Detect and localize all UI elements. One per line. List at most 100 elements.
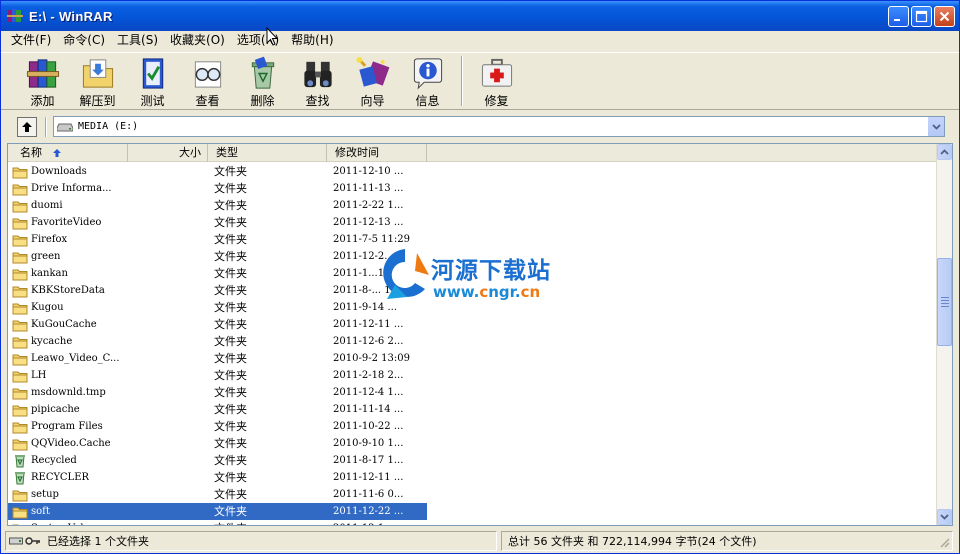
- watermark-url-cn: cn: [520, 283, 541, 301]
- find-button[interactable]: 查找: [290, 53, 345, 109]
- maximize-button[interactable]: [911, 6, 932, 27]
- info-button[interactable]: 信息: [400, 53, 455, 109]
- column-name[interactable]: 名称: [8, 144, 128, 162]
- row-type: 文件夹: [214, 182, 247, 195]
- folder-icon: [12, 422, 28, 433]
- row-name: msdownld.tmp: [31, 387, 106, 398]
- row-modified: 2011-12-11 ...: [333, 472, 404, 483]
- row-type: 文件夹: [214, 403, 247, 416]
- table-row[interactable]: RECYCLER 文件夹 2011-12-11 ...: [8, 469, 938, 486]
- column-type-label: 类型: [216, 146, 238, 159]
- test-button[interactable]: 测试: [125, 53, 180, 109]
- wizard-label: 向导: [360, 94, 385, 108]
- row-name-cell: setup: [8, 486, 128, 503]
- wizard-button[interactable]: 向导: [345, 53, 400, 109]
- folder-icon: [12, 388, 28, 399]
- window-title: E:\ - WinRAR: [29, 8, 113, 24]
- column-type[interactable]: 类型: [208, 144, 327, 162]
- column-modified-label: 修改时间: [335, 146, 379, 159]
- thumb-grip: [941, 297, 949, 298]
- scroll-down-button[interactable]: [937, 509, 952, 525]
- row-name-cell: Firefox: [8, 231, 128, 248]
- test-book-icon: [142, 58, 163, 89]
- table-row[interactable]: Drive Informa... 文件夹 2011-11-13 ...: [8, 180, 938, 197]
- minimize-button[interactable]: [888, 6, 909, 27]
- minimize-icon: [894, 19, 900, 21]
- row-name: FavoriteVideo: [31, 217, 102, 228]
- folder-icon: [12, 405, 28, 416]
- row-name-cell: pipicache: [8, 401, 128, 418]
- vertical-scrollbar[interactable]: [936, 144, 952, 525]
- test-label: 测试: [140, 94, 165, 108]
- row-size: [128, 503, 208, 520]
- row-name: Recycled: [31, 455, 77, 466]
- row-size: [128, 282, 208, 299]
- add-button[interactable]: 添加: [15, 53, 70, 109]
- row-size: [128, 384, 208, 401]
- path-dropdown[interactable]: MEDIA (E:): [53, 116, 945, 137]
- row-modified: 2011-11-6 0...: [333, 489, 404, 500]
- chevron-down-icon: [940, 514, 949, 520]
- menu-file[interactable]: 文件(F): [5, 31, 57, 50]
- menu-favorites[interactable]: 收藏夹(O): [164, 31, 231, 50]
- table-row[interactable]: duomi 文件夹 2011-2-22 1...: [8, 197, 938, 214]
- watermark-url: www.cngr.cn: [433, 283, 540, 301]
- watermark-title: 河源下载站: [431, 258, 551, 284]
- folder-icon: [12, 439, 28, 450]
- folder-icon: [12, 371, 28, 382]
- column-modified[interactable]: 修改时间: [327, 144, 427, 162]
- scroll-up-button[interactable]: [937, 144, 952, 160]
- delete-button[interactable]: 删除: [235, 53, 290, 109]
- table-row[interactable]: Leawo_Video_C... 文件夹 2010-9-2 13:09: [8, 350, 938, 367]
- row-type: 文件夹: [214, 216, 247, 229]
- up-one-level-button[interactable]: [17, 116, 37, 137]
- table-row[interactable]: msdownld.tmp 文件夹 2011-12-4 1...: [8, 384, 938, 401]
- table-row[interactable]: Program Files 文件夹 2011-10-22 ...: [8, 418, 938, 435]
- column-name-label: 名称: [20, 146, 42, 159]
- row-name-cell: green: [8, 248, 128, 265]
- info-label: 信息: [415, 94, 440, 108]
- row-name: kycache: [31, 336, 73, 347]
- table-row[interactable]: FavoriteVideo 文件夹 2011-12-13 ...: [8, 214, 938, 231]
- table-row[interactable]: setup 文件夹 2011-11-6 0...: [8, 486, 938, 503]
- column-size[interactable]: 大小: [128, 144, 208, 162]
- menu-tools[interactable]: 工具(S): [111, 31, 164, 50]
- title-bar[interactable]: E:\ - WinRAR: [1, 1, 959, 31]
- winrar-app-icon[interactable]: [7, 8, 23, 24]
- row-type: 文件夹: [214, 199, 247, 212]
- table-row[interactable]: pipicache 文件夹 2011-11-14 ...: [8, 401, 938, 418]
- table-row[interactable]: kycache 文件夹 2011-12-6 2...: [8, 333, 938, 350]
- delete-label: 删除: [250, 94, 275, 108]
- toolbar: 添加 解压到 测试 查看 删除 查找 向导 信息 修复: [1, 52, 959, 110]
- extract-to-button[interactable]: 解压到: [70, 53, 125, 109]
- file-list[interactable]: 名称 大小 类型 修改时间 Downloads 文件夹 2011-12-10 ...…: [7, 143, 953, 526]
- table-row[interactable]: SystemVolum... 文件夹2011-12-1...: [8, 520, 938, 525]
- resize-grip-icon[interactable]: [938, 536, 950, 548]
- find-label: 查找: [305, 94, 330, 108]
- winrar-window: E:\ - WinRAR 文件(F) 命令(C) 工具(S) 收藏夹(O) 选项…: [0, 0, 960, 554]
- path-dropdown-button[interactable]: [927, 117, 944, 136]
- row-name: kankan: [31, 268, 68, 279]
- current-path: MEDIA (E:): [78, 121, 139, 132]
- watermark-url-prefix: www.: [433, 283, 480, 301]
- scroll-thumb[interactable]: [937, 258, 952, 346]
- folder-icon: [12, 252, 28, 263]
- folder-icon: [12, 218, 28, 229]
- table-row[interactable]: KuGouCache 文件夹 2011-12-11 ...: [8, 316, 938, 333]
- row-name-cell: msdownld.tmp: [8, 384, 128, 401]
- menu-help[interactable]: 帮助(H): [285, 31, 339, 50]
- repair-button[interactable]: 修复: [469, 53, 524, 109]
- row-modified: 2011-12-22 ...: [327, 503, 427, 520]
- table-row[interactable]: Downloads 文件夹 2011-12-10 ...: [8, 163, 938, 180]
- table-row[interactable]: soft 文件夹 2011-12-22 ...: [8, 503, 938, 520]
- row-type: 文件夹: [214, 318, 247, 331]
- close-button[interactable]: [934, 6, 955, 27]
- table-row[interactable]: Recycled 文件夹 2011-8-17 1...: [8, 452, 938, 469]
- row-modified: 2011-11-14 ...: [333, 404, 404, 415]
- row-name-cell: duomi: [8, 197, 128, 214]
- view-button[interactable]: 查看: [180, 53, 235, 109]
- menu-commands[interactable]: 命令(C): [57, 31, 111, 50]
- row-size: [128, 350, 208, 367]
- table-row[interactable]: QQVideo.Cache 文件夹 2010-9-10 1...: [8, 435, 938, 452]
- table-row[interactable]: LH 文件夹 2011-2-18 2...: [8, 367, 938, 384]
